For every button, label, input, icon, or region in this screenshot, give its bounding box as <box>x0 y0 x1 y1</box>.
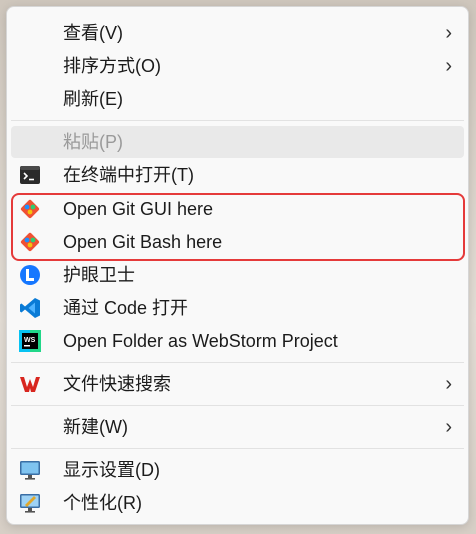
menu-item-open-webstorm[interactable]: WS Open Folder as WebStorm Project <box>11 325 464 357</box>
menu-item-label: 文件快速搜索 <box>63 374 171 394</box>
chevron-right-icon: › <box>445 373 452 395</box>
context-menu: 查看(V) › 排序方式(O) › 刷新(E) 粘贴(P) 在终端中打开(T) … <box>6 6 469 525</box>
git-icon <box>20 232 40 252</box>
menu-item-new[interactable]: 新建(W) › <box>11 411 464 443</box>
vscode-icon <box>20 298 40 318</box>
menu-item-label: 显示设置(D) <box>63 460 160 480</box>
menu-item-paste: 粘贴(P) <box>11 126 464 158</box>
separator <box>11 448 464 449</box>
chevron-right-icon: › <box>445 416 452 438</box>
menu-item-label: Open Git Bash here <box>63 232 223 252</box>
menu-item-label: Open Git GUI here <box>63 199 214 219</box>
menu-item-view[interactable]: 查看(V) › <box>11 17 464 49</box>
menu-item-display-settings[interactable]: 显示设置(D) <box>11 454 464 486</box>
eye-guard-icon <box>20 265 40 285</box>
git-icon <box>20 199 40 219</box>
menu-item-eye-guard[interactable]: 护眼卫士 <box>11 259 464 291</box>
chevron-right-icon: › <box>445 22 452 44</box>
separator <box>11 362 464 363</box>
menu-item-personalize[interactable]: 个性化(R) <box>11 487 464 519</box>
separator <box>11 120 464 121</box>
menu-item-open-git-gui[interactable]: Open Git GUI here <box>11 193 464 225</box>
terminal-icon <box>20 166 40 184</box>
menu-item-wps-file-search[interactable]: 文件快速搜索 › <box>11 368 464 400</box>
chevron-right-icon: › <box>445 55 452 77</box>
menu-item-open-git-bash[interactable]: Open Git Bash here <box>11 226 464 258</box>
menu-item-sort[interactable]: 排序方式(O) › <box>11 50 464 82</box>
menu-item-label: Open Folder as WebStorm Project <box>63 331 338 351</box>
menu-item-label: 查看(V) <box>63 23 123 43</box>
menu-item-refresh[interactable]: 刷新(E) <box>11 83 464 115</box>
menu-item-label: 刷新(E) <box>63 89 123 109</box>
menu-item-label: 排序方式(O) <box>63 56 161 76</box>
menu-item-label: 新建(W) <box>63 417 128 437</box>
menu-item-open-with-code[interactable]: 通过 Code 打开 <box>11 292 464 324</box>
monitor-icon <box>20 461 40 480</box>
separator <box>11 405 464 406</box>
webstorm-icon: WS <box>19 330 41 352</box>
menu-item-label: 通过 Code 打开 <box>63 298 189 318</box>
menu-item-label: 粘贴(P) <box>63 132 123 152</box>
menu-item-open-terminal[interactable]: 在终端中打开(T) <box>11 159 464 191</box>
svg-text:WS: WS <box>24 337 36 344</box>
wps-icon <box>20 377 40 392</box>
personalize-icon <box>20 494 40 513</box>
menu-item-label: 护眼卫士 <box>63 265 135 285</box>
menu-item-label: 个性化(R) <box>63 493 142 513</box>
menu-item-label: 在终端中打开(T) <box>63 165 194 185</box>
